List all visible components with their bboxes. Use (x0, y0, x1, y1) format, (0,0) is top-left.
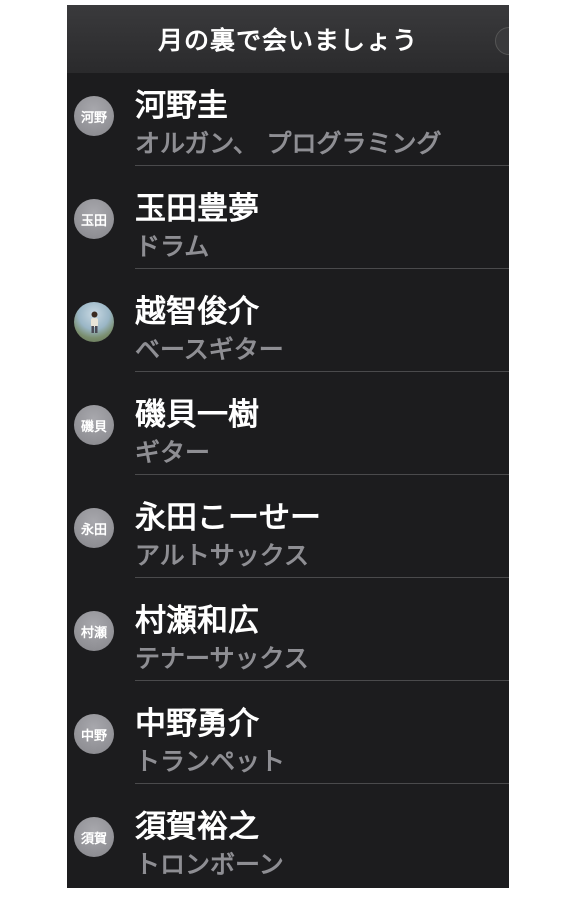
member-name: 永田こーせー (135, 500, 321, 536)
member-role: ベースギター (135, 335, 284, 364)
member-name: 磯貝一樹 (135, 397, 259, 433)
member-name: 河野圭 (135, 88, 228, 124)
avatar: 村瀬 (74, 611, 114, 651)
avatar: 玉田 (74, 199, 114, 239)
list-item[interactable]: 河野 河野圭 オルガン、 プログラミング (67, 63, 509, 166)
member-name: 越智俊介 (135, 294, 259, 330)
list-item[interactable]: 須賀 須賀裕之 トロンボーン (67, 784, 509, 887)
member-role: トランペット (135, 747, 286, 776)
member-name: 村瀬和広 (135, 603, 259, 639)
member-list: 河野 河野圭 オルガン、 プログラミング 玉田 玉田豊夢 ドラム 越智俊介 ベー… (67, 63, 509, 887)
member-name: 中野勇介 (135, 706, 259, 742)
avatar: 中野 (74, 714, 114, 754)
person-photo-icon (91, 311, 98, 333)
avatar: 磯貝 (74, 405, 114, 445)
member-role: オルガン、 プログラミング (135, 129, 442, 158)
member-role: ドラム (135, 232, 210, 261)
list-item[interactable]: 玉田 玉田豊夢 ドラム (67, 166, 509, 269)
avatar: 永田 (74, 508, 114, 548)
avatar: 河野 (74, 96, 114, 136)
page-title: 月の裏で会いましょう (157, 26, 418, 55)
member-name: 玉田豊夢 (135, 191, 259, 227)
member-role: ギター (135, 438, 211, 467)
avatar: 須賀 (74, 817, 114, 857)
list-item[interactable]: 越智俊介 ベースギター (67, 269, 509, 372)
list-item[interactable]: 村瀬 村瀬和広 テナーサックス (67, 578, 509, 681)
app-screen: 月の裏で会いましょう 河野 河野圭 オルガン、 プログラミング 玉田 玉田豊夢 … (67, 5, 509, 888)
edge-button[interactable] (495, 27, 509, 55)
member-role: テナーサックス (135, 644, 309, 673)
member-name: 須賀裕之 (135, 809, 259, 845)
list-item[interactable]: 永田 永田こーせー アルトサックス (67, 475, 509, 578)
list-item[interactable]: 磯貝 磯貝一樹 ギター (67, 372, 509, 475)
member-role: トロンボーン (135, 850, 284, 879)
member-role: アルトサックス (135, 541, 310, 570)
avatar-photo (74, 302, 114, 342)
list-item[interactable]: 中野 中野勇介 トランペット (67, 681, 509, 784)
